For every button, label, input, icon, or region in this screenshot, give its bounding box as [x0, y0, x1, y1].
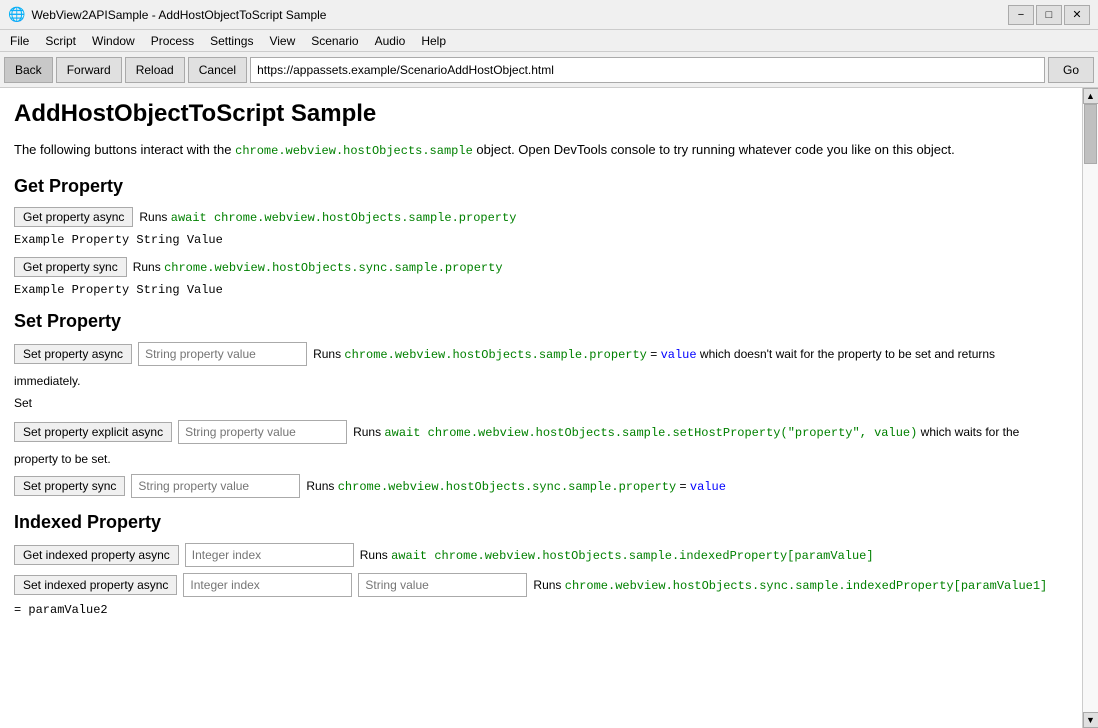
set-explicit-desc: property to be set. — [14, 450, 1068, 468]
set-indexed-code: chrome.webview.hostObjects.sync.sample.i… — [565, 579, 1047, 593]
menu-audio[interactable]: Audio — [367, 30, 414, 52]
indexed-property-title: Indexed Property — [14, 512, 1068, 533]
set-property-sync-button[interactable]: Set property sync — [14, 476, 125, 496]
set-explicit-run-text: Runs await chrome.webview.hostObjects.sa… — [353, 425, 1019, 440]
set-explicit-async-input[interactable] — [178, 420, 347, 444]
set-indexed-input2[interactable] — [358, 573, 527, 597]
title-bar: 🌐 WebView2APISample - AddHostObjectToScr… — [0, 0, 1098, 30]
set-explicit-text2: which waits for the — [917, 425, 1019, 439]
set-explicit-async-row: Set property explicit async Runs await c… — [14, 420, 1068, 444]
app-icon: 🌐 — [8, 6, 25, 23]
get-sync-label: Runs — [133, 260, 164, 274]
set-indexed-input1[interactable] — [183, 573, 352, 597]
menu-view[interactable]: View — [261, 30, 303, 52]
menu-help[interactable]: Help — [413, 30, 454, 52]
url-input[interactable] — [250, 57, 1045, 83]
set-async-desc: immediately. — [14, 372, 1068, 390]
get-property-sync-button[interactable]: Get property sync — [14, 257, 127, 277]
intro-code: chrome.webview.hostObjects.sample — [235, 144, 473, 158]
get-sync-result: Example Property String Value — [14, 283, 1068, 297]
set-indexed-property-async-button[interactable]: Set indexed property async — [14, 575, 177, 595]
get-indexed-property-async-button[interactable]: Get indexed property async — [14, 545, 179, 565]
menu-settings[interactable]: Settings — [202, 30, 261, 52]
menu-file[interactable]: File — [2, 30, 37, 52]
set-async-code1: chrome.webview.hostObjects.sample.proper… — [344, 348, 646, 362]
set-sync-label: Runs — [306, 479, 337, 493]
cancel-button[interactable]: Cancel — [188, 57, 247, 83]
get-async-code: await chrome.webview.hostObjects.sample.… — [171, 211, 517, 225]
get-sync-code: chrome.webview.hostObjects.sync.sample.p… — [164, 261, 502, 275]
main-content: AddHostObjectToScript Sample The followi… — [0, 88, 1082, 728]
get-sync-row: Get property sync Runs chrome.webview.ho… — [14, 257, 1068, 277]
go-button[interactable]: Go — [1048, 57, 1094, 83]
set-sync-code1: chrome.webview.hostObjects.sync.sample.p… — [338, 480, 676, 494]
set-indexed-async-row: Set indexed property async Runs chrome.w… — [14, 573, 1068, 597]
window-controls: − □ ✕ — [1008, 5, 1090, 25]
get-property-section: Get Property Get property async Runs awa… — [14, 176, 1068, 297]
set-explicit-code: await chrome.webview.hostObjects.sample.… — [384, 426, 917, 440]
set-async-code2: value — [661, 348, 697, 362]
set-sync-run-text: Runs chrome.webview.hostObjects.sync.sam… — [306, 479, 726, 494]
maximize-button[interactable]: □ — [1036, 5, 1062, 25]
menu-script[interactable]: Script — [37, 30, 84, 52]
set-property-title: Set Property — [14, 311, 1068, 332]
set-property-async-button[interactable]: Set property async — [14, 344, 132, 364]
set-async-status: Set — [14, 396, 1068, 410]
forward-button[interactable]: Forward — [56, 57, 122, 83]
set-async-text3: which doesn't wait for the property to b… — [697, 347, 995, 361]
get-async-row: Get property async Runs await chrome.web… — [14, 207, 1068, 227]
scrollbar[interactable]: ▲ ▼ — [1082, 88, 1098, 728]
reload-button[interactable]: Reload — [125, 57, 185, 83]
get-property-title: Get Property — [14, 176, 1068, 197]
menu-bar: File Script Window Process Settings View… — [0, 30, 1098, 52]
get-async-result: Example Property String Value — [14, 233, 1068, 247]
set-indexed-result: = paramValue2 — [14, 603, 1068, 617]
menu-scenario[interactable]: Scenario — [303, 30, 366, 52]
get-sync-run-text: Runs chrome.webview.hostObjects.sync.sam… — [133, 260, 503, 275]
intro-text-1: The following buttons interact with the — [14, 142, 235, 157]
set-async-run-text: Runs chrome.webview.hostObjects.sample.p… — [313, 347, 995, 362]
page-title: AddHostObjectToScript Sample — [14, 100, 1068, 128]
close-button[interactable]: ✕ — [1064, 5, 1090, 25]
address-bar: Back Forward Reload Cancel Go — [0, 52, 1098, 88]
set-sync-equals: = — [676, 479, 690, 493]
set-async-row: Set property async Runs chrome.webview.h… — [14, 342, 1068, 366]
set-indexed-label: Runs — [533, 578, 564, 592]
get-indexed-label: Runs — [360, 548, 391, 562]
set-property-explicit-async-button[interactable]: Set property explicit async — [14, 422, 172, 442]
set-async-label: Runs — [313, 347, 344, 361]
set-indexed-run-text: Runs chrome.webview.hostObjects.sync.sam… — [533, 578, 1047, 593]
get-indexed-run-text: Runs await chrome.webview.hostObjects.sa… — [360, 548, 874, 563]
set-async-equals: = — [647, 347, 661, 361]
set-property-section: Set Property Set property async Runs chr… — [14, 311, 1068, 498]
scroll-thumb[interactable] — [1084, 104, 1097, 164]
scroll-up-arrow[interactable]: ▲ — [1083, 88, 1098, 104]
intro-text-2: object. Open DevTools console to try run… — [473, 142, 955, 157]
set-explicit-label: Runs — [353, 425, 384, 439]
set-sync-row: Set property sync Runs chrome.webview.ho… — [14, 474, 1068, 498]
content-wrapper: AddHostObjectToScript Sample The followi… — [0, 88, 1098, 728]
set-sync-code2: value — [690, 480, 726, 494]
get-property-async-button[interactable]: Get property async — [14, 207, 133, 227]
menu-process[interactable]: Process — [143, 30, 202, 52]
window-title: WebView2APISample - AddHostObjectToScrip… — [31, 8, 1002, 22]
set-sync-input[interactable] — [131, 474, 300, 498]
indexed-property-section: Indexed Property Get indexed property as… — [14, 512, 1068, 617]
set-async-input[interactable] — [138, 342, 307, 366]
get-async-label: Runs — [139, 210, 170, 224]
menu-window[interactable]: Window — [84, 30, 143, 52]
back-button[interactable]: Back — [4, 57, 53, 83]
get-indexed-input[interactable] — [185, 543, 354, 567]
intro-paragraph: The following buttons interact with the … — [14, 140, 1068, 160]
get-indexed-code: await chrome.webview.hostObjects.sample.… — [391, 549, 873, 563]
get-async-run-text: Runs await chrome.webview.hostObjects.sa… — [139, 210, 516, 225]
get-indexed-async-row: Get indexed property async Runs await ch… — [14, 543, 1068, 567]
scroll-down-arrow[interactable]: ▼ — [1083, 712, 1098, 728]
minimize-button[interactable]: − — [1008, 5, 1034, 25]
scroll-track[interactable] — [1083, 104, 1098, 712]
